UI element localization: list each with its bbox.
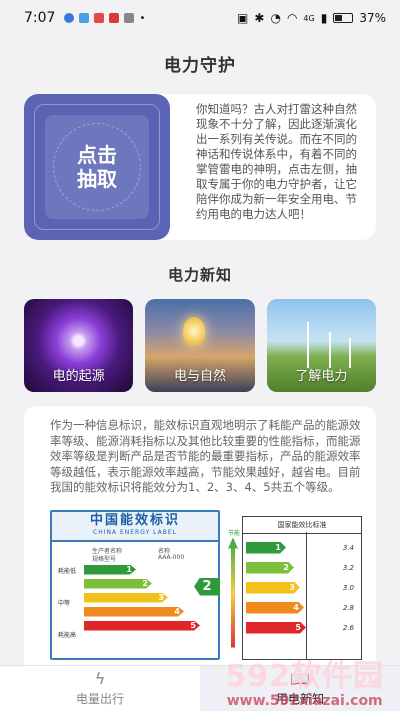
cmp-grade-2: 2 bbox=[246, 562, 294, 574]
cmp-value-3: 3.0 bbox=[342, 583, 354, 592]
comparison-title: 国家能效比标准 bbox=[243, 517, 361, 534]
wind-turbine-icon bbox=[348, 338, 351, 368]
side-low-label: 耗能低 bbox=[58, 567, 77, 575]
cmp-value-4: 2.8 bbox=[342, 603, 354, 612]
wind-turbine-icon bbox=[328, 332, 331, 368]
arrow-top-label: 节能 bbox=[228, 529, 241, 537]
bluetooth-icon: ✱ bbox=[254, 11, 265, 25]
cmp-value-2: 3.2 bbox=[342, 563, 354, 572]
model-label: 规格型号 bbox=[92, 555, 117, 563]
site-watermark: 592软件园 www.592xiazai.com bbox=[225, 659, 384, 710]
efficiency-arrow-icon bbox=[228, 537, 238, 648]
grade-bar-1: 1 bbox=[84, 565, 136, 575]
status-bar: 7:07 • ▣ ✱ ◔ ◠ 4G ▮ 37% bbox=[0, 0, 400, 36]
side-mid-label: 中等 bbox=[58, 599, 71, 607]
current-rating-badge: 2 bbox=[194, 577, 220, 596]
cmp-grade-5: 5 bbox=[246, 622, 306, 634]
tile-understand-power[interactable]: 了解电力 bbox=[266, 299, 376, 392]
lightbulb-icon bbox=[183, 317, 206, 345]
mail-icon bbox=[94, 13, 105, 23]
status-right: ▣ ✱ ◔ ◠ 4G ▮ 37% bbox=[237, 11, 386, 25]
knowledge-tiles: 电的起源 电与自然 了解电力 bbox=[24, 299, 376, 392]
cmp-grade-4: 4 bbox=[246, 602, 304, 614]
status-time: 7:07 bbox=[24, 10, 56, 26]
mute-icon: ◔ bbox=[270, 11, 281, 25]
wifi-icon: ◠ bbox=[286, 11, 298, 25]
wind-turbine-icon bbox=[306, 322, 309, 368]
intro-text: 你知道吗？古人对打雷这种自然现象不十分了解，因此逐渐演化出一系列有关传说。而在不… bbox=[196, 102, 357, 221]
signal-label: 4G bbox=[303, 13, 315, 23]
watermark-url: www.592xiazai.com bbox=[226, 693, 383, 709]
article-text: 作为一种信息标识，能效标识直观地明示了耗能产品的能源效率等级、能源消耗指标以及其… bbox=[50, 418, 361, 494]
button-inner: 点击抽取 bbox=[45, 115, 149, 219]
status-left: 7:07 • bbox=[24, 10, 145, 26]
draw-guardian-button[interactable]: 点击抽取 bbox=[24, 94, 170, 240]
app-icon bbox=[109, 13, 120, 23]
tab-label: 电量出行 bbox=[75, 692, 124, 706]
tile-electricity-origin[interactable]: 电的起源 bbox=[24, 299, 134, 392]
comparison-divider bbox=[306, 531, 307, 660]
grid-icon bbox=[124, 13, 135, 23]
page-title: 电力守护 bbox=[164, 56, 236, 76]
efficiency-comparison: 节能 国家能效比标准 1 2 3 4 5 3.4 3.2 3.0 2.8 2.6 bbox=[228, 510, 362, 660]
draw-button-label: 点击抽取 bbox=[77, 143, 117, 191]
tile-label: 电与自然 bbox=[173, 369, 226, 384]
energy-label-title: 中国能效标识 bbox=[89, 512, 180, 528]
grade-bar-3: 3 bbox=[84, 593, 168, 603]
tile-label: 了解电力 bbox=[295, 369, 348, 384]
model-value: AAA-000 bbox=[158, 553, 185, 561]
energy-label-subtitle: CHINA ENERGY LABEL bbox=[93, 528, 177, 536]
watermark-logo: 592软件园 bbox=[225, 659, 384, 694]
tile-label: 电的起源 bbox=[52, 369, 105, 384]
cmp-grade-3: 3 bbox=[246, 582, 300, 594]
lightning-icon: ϟ bbox=[94, 669, 106, 688]
section-title: 电力新知 bbox=[167, 266, 232, 284]
energy-label-header: 中国能效标识 CHINA ENERGY LABEL bbox=[52, 511, 218, 542]
grade-bar-2: 2 bbox=[84, 579, 152, 589]
side-high-label: 耗能高 bbox=[58, 631, 77, 639]
signal-icon: ▮ bbox=[320, 11, 328, 25]
tile-electricity-nature[interactable]: 电与自然 bbox=[145, 299, 255, 392]
battery-percent: 37% bbox=[359, 11, 386, 25]
intro-card: 点击抽取 你知道吗？古人对打雷这种自然现象不十分了解，因此逐渐演化出一系列有关传… bbox=[24, 94, 376, 240]
star-icon bbox=[64, 13, 75, 23]
cmp-value-5: 2.6 bbox=[342, 623, 354, 632]
nfc-icon: ▣ bbox=[237, 11, 249, 25]
cloud-icon bbox=[79, 13, 90, 23]
china-energy-label: 中国能效标识 CHINA ENERGY LABEL 生产者名称 名称 规格型号 … bbox=[50, 509, 220, 660]
grade-bar-5: 5 bbox=[84, 621, 200, 631]
cmp-value-1: 3.4 bbox=[342, 543, 354, 552]
cmp-grade-1: 1 bbox=[246, 542, 286, 554]
tab-power-travel[interactable]: ϟ 电量出行 bbox=[0, 666, 200, 711]
dots-icon: • bbox=[139, 12, 146, 24]
grade-bar-4: 4 bbox=[84, 607, 184, 617]
energy-label-figure: 中国能效标识 CHINA ENERGY LABEL 生产者名称 名称 规格型号 … bbox=[50, 509, 362, 660]
battery-icon bbox=[333, 13, 354, 23]
